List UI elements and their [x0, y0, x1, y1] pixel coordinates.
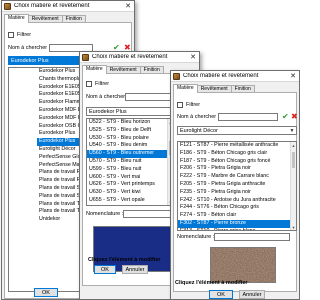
cancel-button[interactable]: Annuler — [239, 290, 265, 299]
filter-checkbox-row[interactable]: Filtrer — [8, 32, 31, 38]
filter-label: Filtrer — [95, 81, 110, 87]
list-item[interactable]: F205 - ST9 - Pietra Grigia anthracite — [178, 181, 290, 189]
dialog-3-titlebar[interactable]: Choix matière et revêtement ✕ — [171, 71, 299, 82]
dialog-3-panel: Filtrer Nom à chercher : ✔ ✖ Eurolight D… — [173, 92, 298, 292]
list-item[interactable]: F235 - ST9 - Pietra Grigia noir — [178, 189, 290, 197]
search-label: Nom à chercher : — [177, 114, 220, 120]
dialog-1-ok-button[interactable]: OK — [34, 288, 58, 297]
app-icon — [82, 53, 89, 61]
family-combo-value: Eurodekor Plus — [89, 108, 127, 115]
ok-button[interactable]: OK — [209, 290, 233, 299]
list-item[interactable]: U525 - ST9 - Bleu de Delft — [87, 127, 167, 135]
filter-checkbox-row[interactable]: Filtrer — [86, 81, 109, 87]
screenshot-stage: Choix matière et revêtement ✕ Matière Re… — [0, 0, 300, 300]
search-label: Nom à chercher : — [8, 45, 51, 51]
filter-label: Filtrer — [17, 32, 32, 38]
list-item[interactable]: F186 - ST9 - Béton Chicago gris clair — [178, 150, 290, 158]
dialog-1-titlebar[interactable]: Choix matière et revêtement ✕ — [2, 1, 134, 12]
search-label: Nom à chercher : — [86, 94, 129, 100]
decor-list-scrollbar[interactable]: ▲ ▼ — [290, 142, 296, 230]
list-item[interactable]: U560 - ST9 - Bleu outremer — [87, 150, 167, 158]
list-item[interactable]: U630 - ST9 - Vert kiwi — [87, 189, 167, 197]
nomenclature-input[interactable] — [214, 233, 290, 241]
list-item[interactable]: U530 - ST9 - Bleu polaire — [87, 135, 167, 143]
list-item[interactable]: U570 - ST9 - Bleu nuit — [87, 158, 167, 166]
click-hint: Cliquez l'élément à modifier — [88, 257, 161, 263]
close-icon[interactable]: ✕ — [287, 71, 299, 82]
search-input[interactable] — [218, 113, 278, 121]
nomenclature-input[interactable] — [123, 210, 173, 218]
filter-checkbox[interactable] — [86, 81, 92, 87]
filter-checkbox-row[interactable]: Filtrer — [177, 102, 200, 108]
list-item[interactable]: F187 - ST9 - Béton Chicago gris foncé — [178, 158, 290, 166]
dialog-1-title: Choix matière et revêtement — [14, 3, 90, 9]
app-icon — [4, 2, 11, 10]
decor-list[interactable]: F121 - ST87 - Pierre métallisée anthraci… — [177, 141, 297, 231]
dialog-2-title: Choix matière et revêtement — [92, 54, 168, 60]
list-item[interactable]: F274 - ST9 - Béton clair — [178, 212, 290, 220]
stone-texture-image — [211, 248, 275, 282]
cross-icon[interactable]: ✖ — [291, 113, 298, 121]
list-item[interactable]: U600 - ST9 - Vert mai — [87, 174, 167, 182]
decor-list[interactable]: U522 - ST9 - Bleu horizon U525 - ST9 - Bl… — [86, 118, 174, 206]
scroll-thumb[interactable] — [292, 152, 295, 168]
family-combo-value: Eurodekor Plus — [11, 57, 49, 64]
family-combo[interactable]: Eurolight Décor ▼ — [177, 126, 297, 135]
ok-button[interactable]: OK — [94, 265, 116, 274]
list-item[interactable]: F222 - ST9 - Marbre de Carrare blanc — [178, 173, 290, 181]
list-item[interactable]: F121 - ST87 - Pierre métallisée anthraci… — [178, 142, 290, 150]
check-icon[interactable]: ✔ — [282, 113, 289, 121]
list-item[interactable]: F313 - ST10 - Pierre grise blanc — [178, 228, 290, 230]
close-icon[interactable]: ✕ — [122, 1, 134, 12]
dialog-3-title: Choix matière et revêtement — [183, 73, 259, 79]
dialog-2-titlebar[interactable]: Choix matière et revêtement ✕ — [80, 52, 199, 63]
filter-checkbox[interactable] — [8, 32, 14, 38]
nomenclature-label: Nomenclature : — [86, 211, 124, 217]
filter-label: Filtrer — [186, 102, 201, 108]
close-icon[interactable]: ✕ — [187, 52, 199, 63]
nomenclature-label: Nomenclature : — [177, 234, 215, 240]
texture-swatch[interactable] — [210, 247, 276, 283]
tab-matiere[interactable]: Matière — [173, 84, 198, 93]
list-item[interactable]: U540 - ST9 - Bleu denim — [87, 142, 167, 150]
filter-checkbox[interactable] — [177, 102, 183, 108]
list-item[interactable]: U599 - ST9 - Bleu nuit — [87, 166, 167, 174]
list-item[interactable]: U626 - ST9 - Vert printemps — [87, 181, 167, 189]
list-item[interactable]: F242 - ST10 - Ardoise du Jura anthracite — [178, 197, 290, 205]
list-item[interactable]: U655 - ST9 - Vert opale — [87, 197, 167, 205]
cancel-button[interactable]: Annuler — [122, 265, 148, 274]
scroll-up-icon[interactable]: ▲ — [291, 142, 296, 148]
chevron-down-icon[interactable]: ▼ — [288, 127, 296, 134]
list-item[interactable]: F244 - ST76 - Béton Chicago gris — [178, 204, 290, 212]
click-hint: Cliquez l'élément à modifier — [175, 280, 248, 286]
tab-matiere[interactable]: Matière — [82, 65, 107, 74]
scroll-down-icon[interactable]: ▼ — [291, 224, 296, 230]
dialog-3: Choix matière et revêtement ✕ Matière Re… — [170, 70, 300, 300]
family-combo-value: Eurolight Décor — [180, 127, 218, 134]
app-icon — [173, 72, 180, 80]
list-item[interactable]: U522 - ST9 - Bleu horizon — [87, 119, 167, 127]
tab-matiere[interactable]: Matière — [4, 14, 29, 23]
list-item[interactable]: F302 - ST87 - Pierre bronze — [178, 219, 290, 228]
list-item[interactable]: F206 - ST9 - Pietra Grigia noir — [178, 165, 290, 173]
